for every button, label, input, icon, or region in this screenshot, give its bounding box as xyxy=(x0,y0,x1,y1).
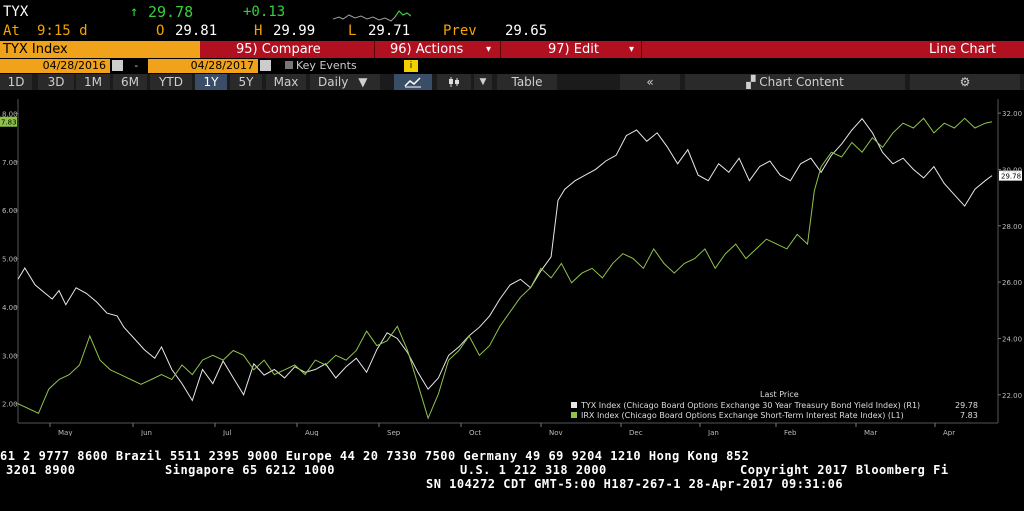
quote-time: 9:15 d xyxy=(37,23,88,39)
open-price: 29.81 xyxy=(175,23,218,39)
chart-content-icon: ▞ xyxy=(746,75,756,89)
high-label: H xyxy=(254,23,263,39)
period-5y[interactable]: 5Y xyxy=(230,74,262,90)
series-line-tyx xyxy=(17,117,993,402)
period-3d[interactable]: 3D xyxy=(38,74,74,90)
right-tick-label: 22.00 xyxy=(1002,392,1022,400)
edit-dropdown-icon[interactable]: ▾ xyxy=(629,41,634,58)
ticker-tape-line-2b: Singapore 65 6212 1000 xyxy=(165,463,335,477)
x-tick-label: Aug xyxy=(305,429,319,436)
info-icon[interactable]: i xyxy=(404,60,418,72)
x-tick-label: Jun xyxy=(140,429,152,436)
legend-last-irx: 7.83 xyxy=(960,411,978,420)
x-tick-label: Jan xyxy=(707,429,719,436)
ticker-tape-line-2a: 3201 8900 xyxy=(6,463,76,477)
low-label: L xyxy=(348,23,357,39)
up-arrow-icon: ↑ xyxy=(130,4,139,20)
chart-grid xyxy=(17,99,999,424)
price-change: +0.13 xyxy=(243,4,286,20)
table-button[interactable]: Table xyxy=(497,74,557,90)
frequency-select[interactable]: Daily ▼ xyxy=(310,74,380,90)
left-tick-label: 4.00 xyxy=(2,304,18,312)
legend-swatch-tyx xyxy=(571,402,577,408)
x-tick-label: May xyxy=(58,429,72,436)
series-line-irx xyxy=(17,117,993,420)
sparkline-icon xyxy=(333,10,411,22)
right-tick-label: 24.00 xyxy=(1002,335,1022,343)
low-price: 29.71 xyxy=(368,23,411,39)
compare-button[interactable]: 95) Compare xyxy=(236,41,321,58)
chart-content-label: Chart Content xyxy=(759,75,844,89)
calendar-icon[interactable] xyxy=(112,60,123,71)
last-value-label-irx: 7.83 xyxy=(1,119,17,127)
key-events-checkbox[interactable] xyxy=(285,61,293,69)
actions-menu[interactable]: 96) Actions xyxy=(390,41,463,58)
legend-entry-irx: IRX Index (Chicago Board Options Exchang… xyxy=(581,411,904,420)
chart-content-button[interactable]: ▞ Chart Content xyxy=(685,74,905,90)
legend-last-tyx: 29.78 xyxy=(955,401,978,410)
x-tick-label: Oct xyxy=(469,429,481,436)
ticker-symbol: TYX xyxy=(3,4,29,20)
left-tick-label: 8.00 xyxy=(2,111,18,119)
left-tick-label: 7.00 xyxy=(2,159,18,167)
date-range-dash: - xyxy=(133,59,140,72)
start-date-field[interactable]: 04/28/2016 xyxy=(0,59,110,73)
high-price: 29.99 xyxy=(273,23,316,39)
ticker-tape-line-1: 61 2 9777 8600 Brazil 5511 2395 9000 Eur… xyxy=(0,449,750,463)
time-label: At xyxy=(3,23,20,39)
gear-icon[interactable]: ⚙ xyxy=(910,74,1020,90)
left-tick-label: 3.00 xyxy=(2,352,18,360)
actions-dropdown-icon[interactable]: ▾ xyxy=(486,41,491,58)
collapse-icon[interactable]: « xyxy=(620,74,680,90)
prev-label: Prev xyxy=(443,23,477,39)
x-tick-label: Feb xyxy=(784,429,797,436)
chevron-down-icon: ▼ xyxy=(358,75,368,89)
x-tick-label: Mar xyxy=(864,429,877,436)
period-6m[interactable]: 6M xyxy=(113,74,147,90)
left-tick-label: 6.00 xyxy=(2,207,18,215)
open-label: O xyxy=(156,23,165,39)
right-tick-label: 28.00 xyxy=(1002,223,1022,231)
key-events-label: Key Events xyxy=(296,59,357,72)
x-tick-label: Apr xyxy=(943,429,955,436)
frequency-value: Daily xyxy=(318,75,349,89)
legend-title: Last Price xyxy=(760,390,799,399)
left-tick-label: 2.00 xyxy=(2,401,18,409)
price-chart[interactable]: 29.787.83 2.003.004.005.006.007.008.00 2… xyxy=(0,91,1024,436)
period-1m[interactable]: 1M xyxy=(76,74,110,90)
ticker-tape-line-2d: Copyright 2017 Bloomberg Fi xyxy=(740,463,949,477)
legend-entry-tyx: TYX Index (Chicago Board Options Exchang… xyxy=(580,401,920,410)
legend-swatch-irx xyxy=(571,412,577,418)
chart-type-label[interactable]: Line Chart xyxy=(929,41,996,58)
period-ytd[interactable]: YTD xyxy=(150,74,192,90)
candlestick-icon[interactable] xyxy=(437,74,471,90)
line-chart-icon[interactable] xyxy=(394,74,432,90)
edit-menu[interactable]: 97) Edit xyxy=(548,41,599,58)
end-date-field[interactable]: 04/28/2017 xyxy=(148,59,258,73)
x-tick-label: Nov xyxy=(549,429,563,436)
right-tick-label: 26.00 xyxy=(1002,279,1022,287)
chart-style-dropdown-icon[interactable]: ▼ xyxy=(474,74,492,90)
ticker-tape-line-2c: U.S. 1 212 318 2000 xyxy=(460,463,607,477)
right-tick-label: 30.00 xyxy=(1002,166,1022,174)
period-max[interactable]: Max xyxy=(266,74,306,90)
right-tick-label: 32.00 xyxy=(1002,110,1022,118)
x-tick-label: Sep xyxy=(387,429,401,436)
chart-legend: Last Price TYX Index (Chicago Board Opti… xyxy=(571,390,978,420)
last-price: 29.78 xyxy=(148,3,194,21)
x-tick-label: Dec xyxy=(629,429,643,436)
x-tick-label: Jul xyxy=(222,429,232,436)
period-1d[interactable]: 1D xyxy=(0,74,32,90)
security-input[interactable]: TYX Index xyxy=(0,41,200,58)
left-tick-label: 5.00 xyxy=(2,256,18,264)
period-1y[interactable]: 1Y xyxy=(195,74,227,90)
prev-price: 29.65 xyxy=(505,23,548,39)
calendar-icon[interactable] xyxy=(260,60,271,71)
ticker-tape-line-3: SN 104272 CDT GMT-5:00 H187-267-1 28-Apr… xyxy=(426,477,844,491)
